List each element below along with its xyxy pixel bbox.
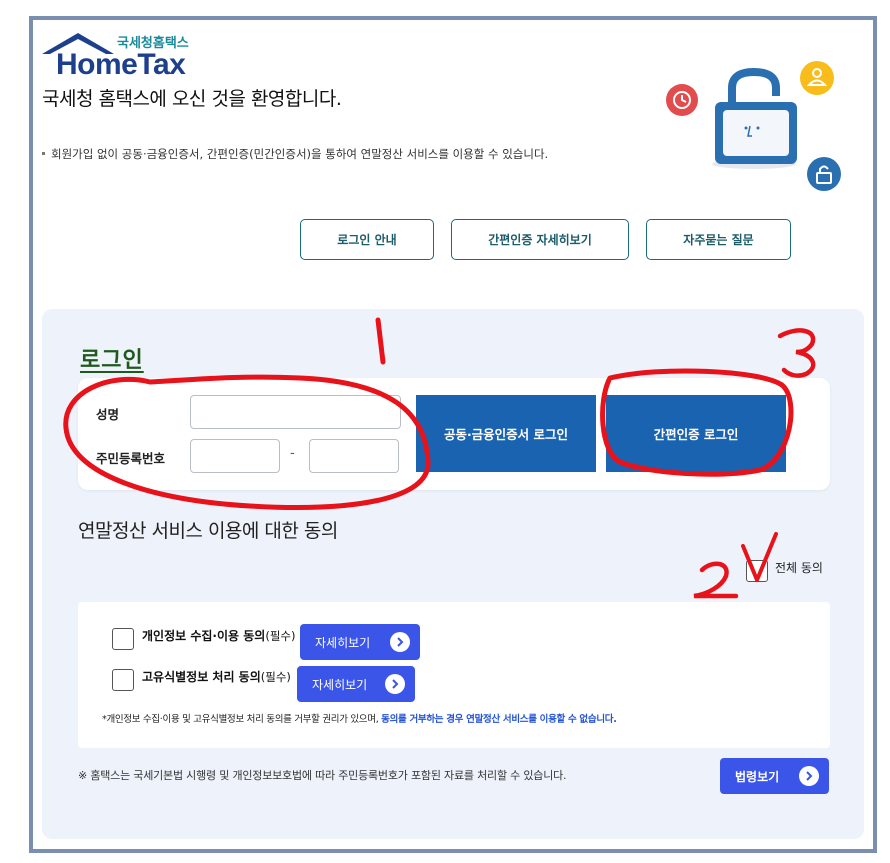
faq-button[interactable]: 자주묻는 질문 [646, 219, 791, 260]
footer-note: ※ 홈택스는 국세기본법 시행령 및 개인정보보호법에 따라 주민등록번호가 포… [78, 769, 567, 782]
security-illustration [666, 61, 841, 191]
hometax-logo[interactable]: 국세청홈택스 HomeTax [40, 30, 200, 81]
simple-auth-login-button[interactable]: 간편인증 로그인 [606, 395, 786, 472]
rrn-back-input[interactable] [309, 439, 399, 473]
agree-all-checkbox[interactable] [746, 560, 768, 582]
agree-all-label[interactable]: 전체 동의 [775, 559, 823, 576]
consent-title: 연말정산 서비스 이용에 대한 동의 [78, 520, 338, 542]
law-view-label: 법령보기 [735, 769, 780, 784]
service-notice: 회원가입 없이 공동·금융인증서, 간편인증(민간인증서)을 통하여 연말정산 … [42, 146, 548, 162]
login-title: 로그인 [80, 348, 144, 373]
notice-text: 회원가입 없이 공동·금융인증서, 간편인증(민간인증서)을 통하여 연말정산 … [51, 147, 549, 161]
rrn-front-input[interactable] [190, 439, 280, 473]
rrn-separator: - [290, 446, 295, 461]
welcome-heading: 국세청 홈택스에 오신 것을 환영합니다. [42, 88, 342, 110]
logo-english-text: HomeTax [56, 48, 186, 81]
chevron-right-icon [385, 674, 405, 694]
unique-id-consent-label[interactable]: 고유식별정보 처리 동의(필수) [142, 668, 291, 685]
unique-id-detail-button[interactable]: 자세히보기 [297, 666, 415, 702]
consent-note: *개인정보 수집·이용 및 고유식별정보 처리 동의를 거부할 권리가 있으며,… [102, 714, 617, 725]
login-guide-button[interactable]: 로그인 안내 [300, 219, 434, 260]
privacy-consent-label[interactable]: 개인정보 수집·이용 동의(필수) [142, 627, 295, 644]
privacy-detail-button[interactable]: 자세히보기 [300, 624, 420, 660]
privacy-detail-label: 자세히보기 [315, 635, 371, 650]
unique-id-detail-label: 자세히보기 [312, 677, 368, 692]
cert-login-button[interactable]: 공동·금융인증서 로그인 [416, 395, 596, 472]
simple-auth-detail-button[interactable]: 간편인증 자세히보기 [451, 219, 629, 260]
law-view-button[interactable]: 법령보기 [720, 758, 829, 794]
unique-id-consent-checkbox[interactable] [112, 669, 134, 691]
chevron-right-icon [799, 766, 819, 786]
bullet-icon [42, 152, 45, 155]
name-input[interactable] [190, 395, 401, 429]
rrn-label: 주민등록번호 [96, 451, 166, 466]
chevron-right-icon [390, 632, 410, 652]
privacy-consent-checkbox[interactable] [112, 628, 134, 650]
name-label: 성명 [96, 407, 120, 422]
